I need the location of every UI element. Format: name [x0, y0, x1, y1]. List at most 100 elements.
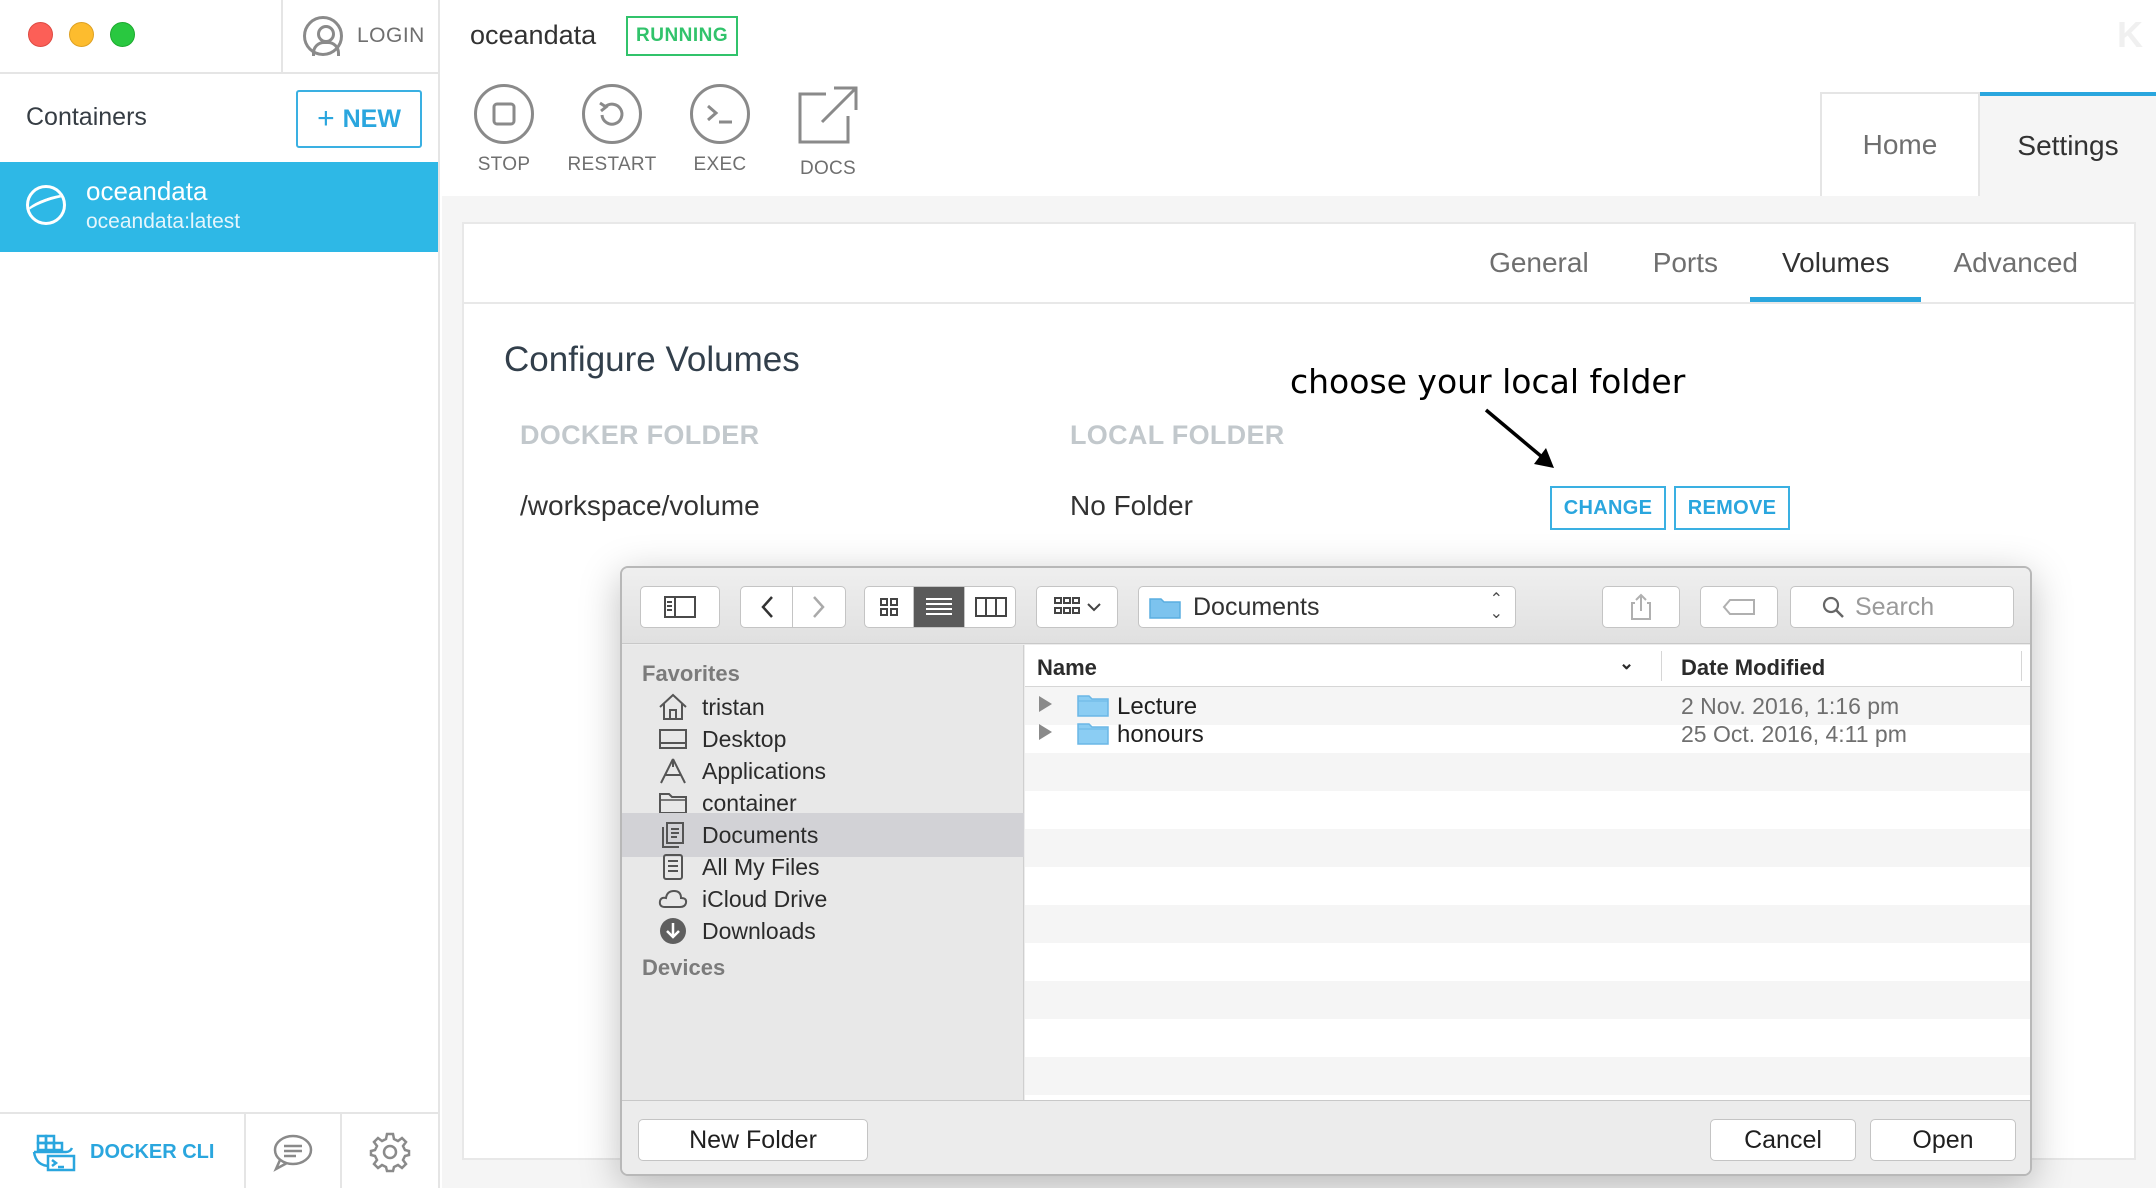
feedback-button[interactable] — [246, 1114, 342, 1188]
restart-button[interactable]: RESTART — [567, 84, 656, 180]
tab-home[interactable]: Home — [1820, 92, 1980, 196]
chevron-updown-icon: ⌃ ⌄ — [1489, 591, 1503, 622]
search-placeholder: Search — [1855, 592, 1935, 621]
downloads-icon — [658, 916, 688, 946]
forward-button[interactable] — [793, 587, 845, 627]
file-name: honours — [1117, 721, 1204, 748]
new-folder-button[interactable]: New Folder — [638, 1119, 868, 1161]
container-icon — [26, 185, 66, 225]
empty-row — [1025, 905, 2030, 943]
container-list-item[interactable]: oceandata oceandata:latest — [0, 162, 438, 252]
share-icon — [1631, 593, 1651, 620]
empty-row — [1025, 1057, 2030, 1095]
external-link-icon — [798, 86, 858, 144]
exec-button[interactable]: EXEC — [680, 84, 760, 180]
subtab-advanced[interactable]: Advanced — [1921, 224, 2110, 302]
change-button[interactable]: CHANGE — [1550, 486, 1666, 530]
annotation-text: choose your local folder — [1290, 362, 1686, 401]
new-container-button[interactable]: + NEW — [296, 90, 422, 148]
gear-icon — [369, 1132, 411, 1173]
stop-label: STOP — [477, 154, 531, 175]
chevron-down-icon[interactable]: ⌄ — [1619, 653, 1634, 674]
view-mode-control — [864, 586, 1016, 628]
docker-folder-path: /workspace/volume — [520, 490, 760, 521]
restart-icon — [582, 84, 642, 144]
docker-cli-button[interactable]: DOCKER CLI — [0, 1114, 246, 1188]
restart-label: RESTART — [567, 154, 657, 175]
subtab-ports[interactable]: Ports — [1621, 224, 1750, 302]
file-row[interactable]: honours 25 Oct. 2016, 4:11 pm — [1025, 715, 2030, 753]
empty-row — [1025, 943, 2030, 981]
local-folder-path: No Folder — [1070, 490, 1193, 521]
docs-label: DOCS — [799, 158, 857, 179]
list-view-button[interactable] — [914, 587, 965, 627]
search-input[interactable]: Search — [1790, 586, 2014, 628]
columns-icon — [974, 597, 1007, 617]
new-button-label: NEW — [342, 104, 401, 133]
container-header: oceandata RUNNING K STOP RESTART EXEC DO… — [442, 0, 2156, 196]
zoom-window-button[interactable] — [110, 22, 135, 47]
share-button[interactable] — [1602, 586, 1680, 628]
sidebar-item-downloads[interactable]: Downloads — [622, 909, 1024, 953]
status-badge: RUNNING — [626, 16, 739, 56]
empty-row — [1025, 981, 2030, 1019]
empty-row — [1025, 1019, 2030, 1057]
file-list-header: Name ⌄ Date Modified — [1025, 645, 2030, 687]
page-title: oceandata — [470, 20, 597, 50]
stop-button[interactable]: STOP — [464, 84, 544, 180]
sidebar-toggle-button[interactable] — [640, 586, 720, 628]
nav-buttons — [740, 586, 846, 628]
docker-icon — [32, 1134, 76, 1172]
docker-cli-label: DOCKER CLI — [90, 1140, 215, 1163]
column-divider[interactable] — [1661, 651, 1662, 681]
disclosure-triangle-icon[interactable] — [1039, 724, 1052, 740]
cancel-button[interactable]: Cancel — [1710, 1119, 1856, 1161]
column-view-button[interactable] — [965, 587, 1015, 627]
subtab-general[interactable]: General — [1457, 224, 1621, 302]
login-button[interactable]: LOGIN — [281, 0, 440, 72]
kitematic-logo: K — [2117, 14, 2143, 55]
preferences-button[interactable] — [342, 1114, 438, 1188]
exec-label: EXEC — [693, 154, 747, 175]
back-button[interactable] — [741, 587, 793, 627]
chevron-right-icon — [813, 596, 825, 618]
chat-icon — [273, 1134, 313, 1172]
container-actions: STOP RESTART EXEC DOCS — [464, 84, 868, 180]
location-dropdown[interactable]: Documents ⌃ ⌄ — [1138, 586, 1516, 628]
chevron-left-icon — [760, 596, 773, 618]
main-tabs: Home Settings — [1820, 92, 2156, 196]
docs-button[interactable]: DOCS — [788, 84, 868, 180]
grid-icon — [879, 598, 898, 616]
chevron-down-icon — [1087, 603, 1101, 612]
open-button[interactable]: Open — [1870, 1119, 2016, 1161]
tab-settings[interactable]: Settings — [1980, 92, 2156, 196]
date-column-header[interactable]: Date Modified — [1681, 655, 1825, 681]
docker-folder-header: DOCKER FOLDER — [520, 420, 760, 450]
icon-view-button[interactable] — [865, 587, 914, 627]
section-title: Configure Volumes — [504, 340, 800, 379]
subtab-volumes[interactable]: Volumes — [1750, 224, 1922, 302]
remove-button[interactable]: REMOVE — [1674, 486, 1790, 530]
arrange-button[interactable] — [1036, 586, 1118, 628]
folder-icon — [1077, 695, 1109, 717]
empty-row — [1025, 753, 2030, 791]
favorites-header: Favorites — [642, 661, 740, 686]
column-divider[interactable] — [2021, 651, 2022, 681]
empty-row — [1025, 791, 2030, 829]
container-image: oceandata:latest — [86, 210, 241, 233]
close-window-button[interactable] — [28, 22, 53, 47]
login-label: LOGIN — [357, 24, 425, 47]
arrange-icon — [1054, 597, 1080, 614]
window-controls — [28, 22, 135, 47]
tag-icon — [1722, 599, 1755, 615]
file-date: 25 Oct. 2016, 4:11 pm — [1681, 721, 1907, 747]
containers-heading: Containers — [26, 103, 147, 131]
open-file-dialog: Documents ⌃ ⌄ Search Favorites tristan De… — [620, 566, 2032, 1176]
plus-icon: + — [317, 102, 335, 135]
divider — [0, 72, 440, 74]
minimize-window-button[interactable] — [69, 22, 94, 47]
name-column-header[interactable]: Name — [1037, 655, 1097, 681]
disclosure-triangle-icon[interactable] — [1039, 696, 1052, 712]
sidebar-icon — [664, 596, 696, 618]
tag-button[interactable] — [1700, 586, 1778, 628]
